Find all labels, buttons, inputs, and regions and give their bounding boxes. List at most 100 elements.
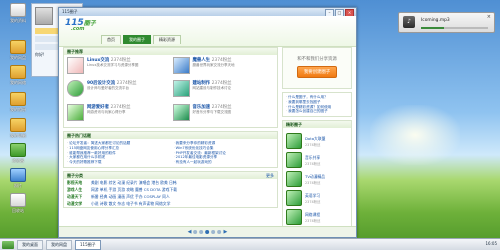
circle-name: 音乐共享 [305,154,321,160]
next-page-icon[interactable]: ▶ [224,229,228,235]
categories-section: 圈子分类 更多 影视天地 美剧 电影 综艺 动漫 纪录片 演唱会 港台 欧美 日韩… [63,170,278,208]
section-heading: 圈子热门话题 [64,132,277,139]
card-title[interactable]: 网游爱好者 [87,105,109,110]
popular-circles-section: 精彩圈子 Dota大联盟 2374粉丝 音乐共享 2374粉丝 TV动漫精品 2374… [282,120,352,232]
desktop-icon-browser[interactable]: 浏览器 [3,143,33,164]
circle-item[interactable]: Dota大联盟 2374粉丝 [286,133,348,150]
category-items[interactable]: 美剧 电影 综艺 动漫 纪录片 演唱会 港台 欧美 日韩 [91,179,177,186]
prev-page-icon[interactable]: ◀ [188,229,192,235]
tab-resources[interactable]: 精彩资源 [153,35,181,44]
circle-item[interactable]: 网络课程 2374粉丝 [286,209,348,226]
circle-window: 115圈子 – □ × 115圈子 .com 首页 我的圈子 精彩资源 圈子推荐 [58,7,357,238]
desktop-icon-network[interactable]: 我的网络 [3,65,33,86]
close-icon[interactable]: × [487,14,491,20]
app-logo[interactable]: 115圈子 .com [65,18,96,32]
featured-card[interactable]: 音乐加速 2374粉丝 好音乐分享与下载交流圈 [172,103,275,125]
featured-card[interactable]: 网游爱好者 2374粉丝 网游资讯与玩家心得分享 [67,103,169,125]
circle-icon [286,209,302,226]
desktop-icon-photos[interactable]: 照片 [3,168,33,189]
desktop-icon-netdisk[interactable]: 我的网盘 [3,40,33,61]
circle-name: Dota大联盟 [305,135,326,141]
category-name[interactable]: 影视天地 [67,179,91,186]
category-name[interactable]: 动漫文学 [67,200,91,207]
window-titlebar[interactable]: 115圈子 – □ × [59,8,356,17]
app-header: 115圈子 .com 首页 我的圈子 精彩资源 [59,16,356,47]
taskbar-item[interactable]: 我的网盘 [46,239,72,250]
circle-item[interactable]: TV动漫精品 2374粉丝 [286,171,348,188]
section-title: 圈子分类 [67,172,83,178]
promo-text: 和不和我们分享资源 [297,57,337,62]
category-name[interactable]: 游戏人生 [67,186,91,193]
circle-icon [286,171,302,188]
topic-link[interactable]: 有没有人一起玩游戏的 [174,160,275,165]
circle-thumbnail [172,57,190,74]
create-circle-button[interactable]: 我要创建圈子 [296,66,338,78]
card-desc: Linux技术交流学习与资源分享圈 [87,63,139,67]
category-row: 动漫文学 小说 诗歌 散文 杂志 电子书 有声读物 网络文学 [64,200,277,207]
page-dot[interactable] [217,230,222,234]
hot-topics-section: 圈子热门话题 论坛开发者：简述大家都在讨论的话题 115网盘网友使用心得分享汇总… [63,131,278,168]
music-note-icon[interactable]: ♪ [403,16,415,28]
category-items[interactable]: 新番 经典 动画 漫画 声优 手办 COSPLAY 同人 [91,193,170,200]
avatar[interactable] [35,7,53,25]
taskbar: 我的桌面 我的网盘 115圈子 16:05 [0,238,500,250]
desktop-icon-album[interactable]: 我的相册 [3,92,33,113]
taskbar-item[interactable]: 115圈子 [75,239,101,250]
desktop-icon-label: 照片 [14,183,22,188]
progress-bar[interactable] [421,27,488,29]
desktop-icon-recycle[interactable]: 回收站 [3,193,33,214]
circle-meta: 2374粉丝 [305,142,321,147]
featured-section: 圈子推荐 Linux交流 2374粉丝 Linux技术交流学习与资源分享圈 魔兽… [63,47,278,128]
window-footer: ◀ ▶ [59,226,356,237]
track-name: Icoming.mp3 [421,18,450,23]
card-desc: 魔兽世界玩家交流分享天地 [192,63,235,67]
tab-home[interactable]: 首页 [101,35,121,44]
page-dot[interactable] [205,230,210,234]
right-sidebar: 和不和我们分享资源 我要创建圈子 什么是圈子，有什么用？ 我要到哪里去找圈子 什… [282,47,352,232]
progress-fill [421,27,445,29]
category-items[interactable]: 网游 单机 手游 页游 攻略 魔兽 CS DOTA 游戏下载 [91,186,177,193]
more-link[interactable]: 更多 [266,172,274,179]
desktop-icon-label: 浏览器 [12,158,24,163]
desktop-icon-label: 我的电脑 [10,133,26,138]
category-row: 游戏人生 网游 单机 手游 页游 攻略 魔兽 CS DOTA 游戏下载 [64,186,277,193]
circle-item[interactable]: 英语学习 2374粉丝 [286,190,348,207]
category-name[interactable]: 动漫天下 [67,193,91,200]
main-content: 圈子推荐 Linux交流 2374粉丝 Linux技术交流学习与资源分享圈 魔兽… [63,47,278,227]
page-dot[interactable] [193,230,198,234]
faq-link[interactable]: 我要怎么创建自己的圈子 [286,109,348,114]
tray-clock: 16:05 [485,241,497,246]
circle-name: 英语学习 [305,192,321,198]
category-row: 动漫天下 新番 经典 动画 漫画 声优 手办 COSPLAY 同人 [64,193,277,200]
card-meta: 2374粉丝 [211,104,232,110]
logo-suffix: 圈子 [83,20,96,27]
circle-item[interactable]: 音乐共享 2374粉丝 [286,152,348,169]
topic-link[interactable]: 今天的好歌推荐下载 [67,160,168,165]
tab-my-circles[interactable]: 我的圈子 [123,35,151,44]
start-button[interactable] [2,240,14,249]
circle-meta: 2374粉丝 [305,180,321,185]
circle-thumbnail [67,80,84,98]
browser-icon [10,143,26,157]
featured-card[interactable]: 魔兽人生 2374粉丝 魔兽世界玩家交流分享天地 [172,57,275,78]
featured-card[interactable]: 90后设计交流 2374粉丝 设计师与爱好者的交流平台 [67,80,169,101]
featured-card[interactable]: 建站制作 2374粉丝 网站建设与制作技术讨论 [172,80,275,101]
circle-name: 网络课程 [305,211,321,217]
circle-icon [286,133,302,150]
category-row: 影视天地 美剧 电影 综艺 动漫 纪录片 演唱会 港台 欧美 日韩 [64,179,277,186]
circle-meta: 2374粉丝 [305,161,321,166]
page-dot[interactable] [199,230,204,234]
circle-icon [286,190,302,207]
desktop-icon-profile[interactable]: 我的资料 [3,3,33,24]
desktop-icon-computer[interactable]: 我的电脑 [3,118,33,139]
featured-card[interactable]: Linux交流 2374粉丝 Linux技术交流学习与资源分享圈 [67,57,169,78]
create-circle-promo: 和不和我们分享资源 我要创建圈子 [282,47,352,89]
page-dot[interactable] [211,230,216,234]
category-items[interactable]: 小说 诗歌 散文 杂志 电子书 有声读物 网络文学 [91,200,170,207]
card-title[interactable]: 音乐加速 [193,105,211,110]
circle-name: TV动漫精品 [305,173,326,179]
faq-section: 什么是圈子，有什么用？ 我要到哪里去找圈子 什么是精彩资源？如何使用 我要怎么创… [282,92,352,118]
section-heading: 圈子分类 更多 [64,171,277,179]
taskbar-item[interactable]: 我的桌面 [17,239,43,250]
folder-icon [10,92,26,106]
